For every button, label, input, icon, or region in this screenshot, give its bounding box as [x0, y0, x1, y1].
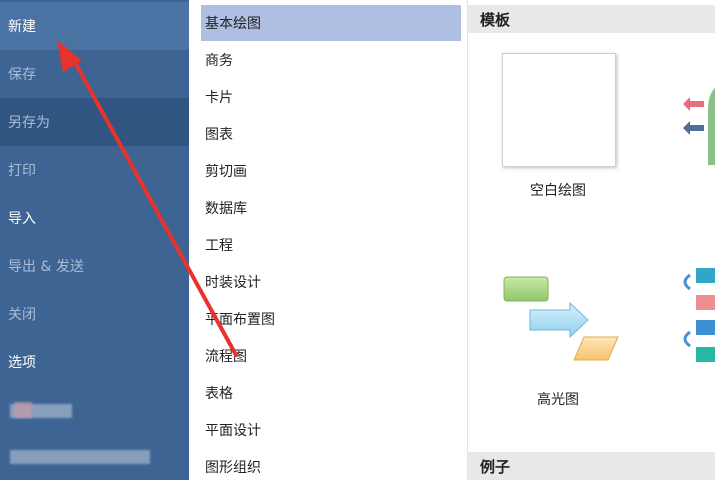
category-label: 流程图 — [205, 349, 247, 365]
examples-section-header: 例子 — [468, 452, 715, 480]
menu-item-options[interactable]: 选项 — [0, 338, 189, 386]
category-label: 基本绘图 — [205, 16, 261, 32]
category-list: 基本绘图 商务 卡片 图表 剪切画 数据库 工程 时装设计 平面布置图 流程图 … — [189, 0, 468, 480]
category-fashion-design[interactable]: 时装设计 — [201, 264, 461, 300]
category-label: 表格 — [205, 386, 233, 402]
category-card[interactable]: 卡片 — [201, 79, 461, 115]
category-label: 数据库 — [205, 201, 247, 217]
section-title: 模板 — [480, 10, 511, 29]
category-engineering[interactable]: 工程 — [201, 227, 461, 263]
templates-section-header: 模板 — [468, 5, 715, 33]
category-label: 图表 — [205, 127, 233, 143]
template-label: 空白绘图 — [530, 183, 586, 199]
blank-page-thumbnail — [502, 53, 616, 167]
menu-item-save-as[interactable]: 另存为 — [0, 98, 189, 146]
template-label: 高光图 — [537, 392, 579, 408]
category-table[interactable]: 表格 — [201, 375, 461, 411]
redacted-menu-icon — [14, 402, 32, 418]
category-label: 工程 — [205, 238, 233, 254]
category-chart[interactable]: 图表 — [201, 116, 461, 152]
menu-item-label: 导入 — [8, 211, 36, 227]
category-graphic-design[interactable]: 平面设计 — [201, 412, 461, 448]
menu-item-print[interactable]: 打印 — [0, 146, 189, 194]
partial-template-thumbnail[interactable] — [678, 80, 715, 200]
category-label: 商务 — [205, 53, 233, 69]
menu-item-new[interactable]: 新建 — [0, 2, 189, 50]
category-database[interactable]: 数据库 — [201, 190, 461, 226]
category-clipart[interactable]: 剪切画 — [201, 153, 461, 189]
menu-item-label: 选项 — [8, 355, 36, 371]
category-label: 剪切画 — [205, 164, 247, 180]
category-basic-drawing[interactable]: 基本绘图 — [201, 5, 461, 41]
template-highlight-chart[interactable]: 高光图 — [498, 270, 619, 410]
template-panel: 模板 空白绘图 高光图 例子 — [468, 0, 715, 480]
category-label: 图形组织 — [205, 460, 261, 476]
menu-item-save[interactable]: 保存 — [0, 50, 189, 98]
category-label: 时装设计 — [205, 275, 261, 291]
menu-item-label: 另存为 — [8, 115, 50, 131]
template-blank-drawing[interactable]: 空白绘图 — [498, 50, 618, 210]
category-flowchart[interactable]: 流程图 — [201, 338, 461, 374]
category-label: 平面设计 — [205, 423, 261, 439]
partial-template-thumbnail[interactable] — [678, 265, 715, 375]
menu-item-label: 保存 — [8, 67, 36, 83]
redacted-menu-item — [10, 450, 150, 464]
menu-item-label: 新建 — [8, 19, 36, 35]
menu-item-label: 导出 & 发送 — [8, 259, 84, 275]
section-title: 例子 — [480, 457, 511, 476]
category-label: 平面布置图 — [205, 312, 275, 328]
menu-item-import[interactable]: 导入 — [0, 194, 189, 242]
highlight-chart-thumbnail — [503, 276, 619, 361]
category-business[interactable]: 商务 — [201, 42, 461, 78]
menu-item-close[interactable]: 关闭 — [0, 290, 189, 338]
menu-item-export-send[interactable]: 导出 & 发送 — [0, 242, 189, 290]
category-label: 卡片 — [205, 90, 233, 106]
menu-item-label: 关闭 — [8, 307, 36, 323]
category-floor-plan[interactable]: 平面布置图 — [201, 301, 461, 337]
menu-item-label: 打印 — [8, 163, 36, 179]
backstage-menu: 新建 保存 另存为 打印 导入 导出 & 发送 关闭 选项 — [0, 0, 189, 480]
